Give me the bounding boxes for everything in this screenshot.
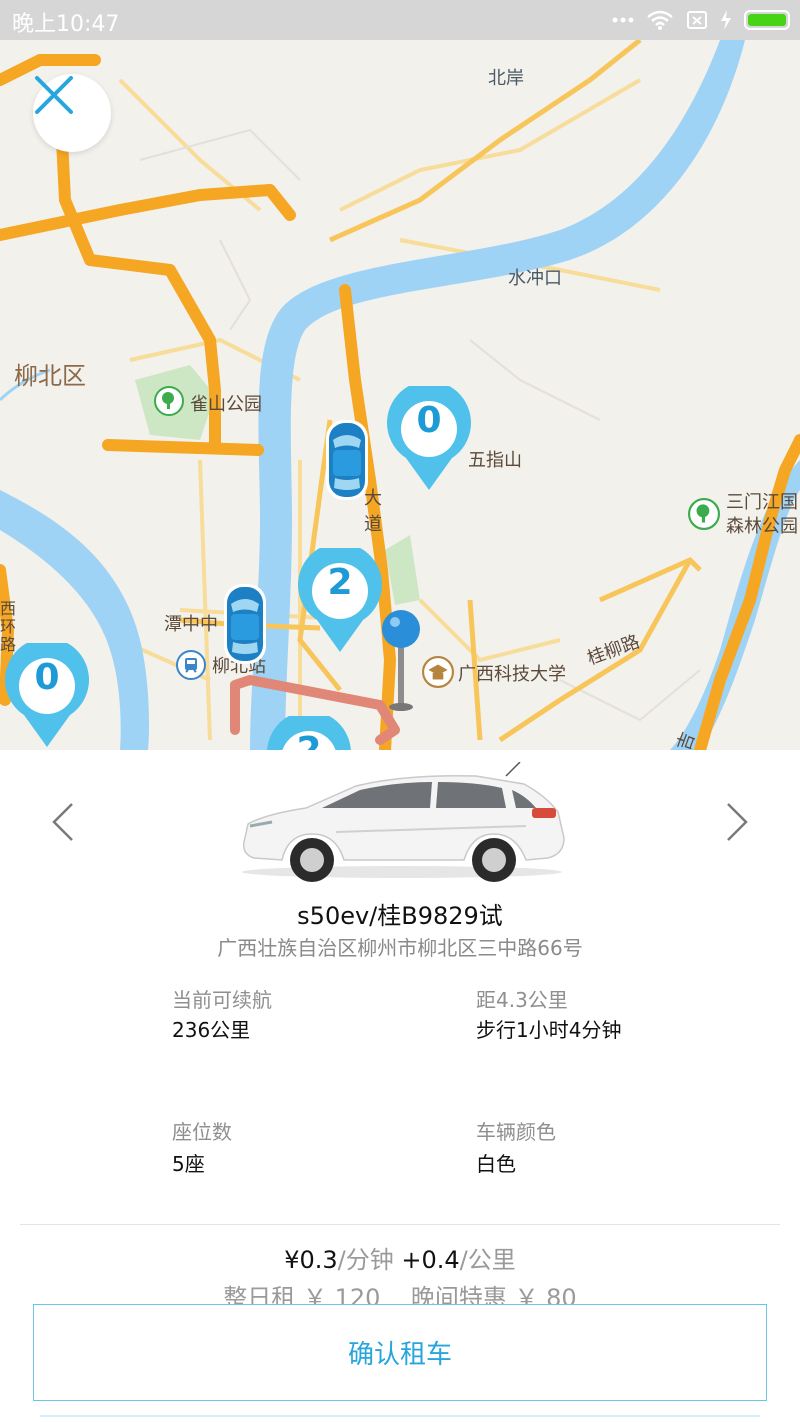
cluster-pin[interactable]: 0 (386, 386, 472, 490)
status-icons (612, 7, 790, 33)
distance-label: 距4.3公里 (476, 988, 568, 1012)
status-bar: 晚上10:47 (0, 0, 800, 40)
color-label: 车辆颜色 (476, 1120, 556, 1144)
confirm-rent-button[interactable]: 确认租车 (33, 1304, 767, 1401)
map-label-sanmen-forest-1: 三门江国 (726, 492, 798, 513)
cluster-count: 0 (34, 657, 60, 698)
price-per-minute-unit: /分钟 (337, 1246, 394, 1274)
price-rate: ¥0.3/分钟 +0.4/公里 (0, 1240, 800, 1275)
map-view[interactable]: 北岸 水冲口 柳北区 雀山公园 五指山 三门江国 森林公园 潭中中 柳北站 广西… (0, 40, 800, 750)
range-label: 当前可续航 (172, 988, 272, 1012)
car-marker[interactable] (220, 582, 270, 666)
map-label-road-part-2: 道 (364, 514, 382, 535)
map-label-tanzhong: 潭中中 (164, 614, 218, 635)
wifi-icon (647, 10, 673, 30)
car-photo (236, 761, 568, 884)
location-pin (380, 608, 422, 712)
cluster-pin[interactable]: 2 (297, 548, 383, 652)
divider (20, 1224, 780, 1225)
close-icon (35, 76, 73, 114)
color-value: 白色 (476, 1152, 516, 1176)
status-time: 晚上10:47 (12, 12, 120, 37)
price-per-minute: ¥0.3 (284, 1246, 338, 1274)
map-label-gxust: 广西科技大学 (458, 664, 566, 685)
close-button[interactable] (33, 74, 111, 152)
car-marker[interactable] (322, 418, 372, 502)
more-dots-icon (612, 17, 634, 23)
cluster-pin[interactable]: 2 (266, 716, 352, 750)
range-value: 236公里 (172, 1018, 251, 1042)
car-marker-icon (224, 584, 266, 664)
map-label-beian: 北岸 (488, 68, 524, 89)
vehicle-address: 广西壮族自治区柳州市柳北区三中路66号 (217, 936, 583, 960)
bottom-divider (40, 1415, 760, 1417)
cluster-count: 2 (266, 730, 352, 750)
vehicle-plate: s50ev/桂B9829试 (297, 902, 503, 930)
price-per-km: +0.4 (401, 1246, 460, 1274)
seats-value: 5座 (172, 1152, 205, 1176)
price-per-km-unit: /公里 (459, 1246, 516, 1274)
next-car-button[interactable] (722, 800, 752, 844)
cluster-count: 2 (327, 562, 353, 603)
map-label-liubei-district: 柳北区 (14, 362, 86, 390)
charging-icon (721, 10, 731, 30)
cluster-count: 0 (416, 400, 442, 441)
map-label-wuzhishan: 五指山 (468, 450, 522, 471)
seats-label: 座位数 (172, 1120, 232, 1144)
map-label-sanmen-forest-2: 森林公园 (726, 516, 798, 537)
distance-value: 步行1小时4分钟 (476, 1018, 622, 1042)
chevron-left-icon (52, 803, 73, 841)
no-sim-icon (687, 11, 707, 29)
previous-car-button[interactable] (48, 800, 78, 844)
battery-icon (744, 10, 790, 30)
location-pin-icon (382, 610, 420, 711)
car-marker-icon (326, 420, 368, 500)
chevron-right-icon (727, 803, 748, 841)
vehicle-detail-sheet: s50ev/桂B9829试 广西壮族自治区柳州市柳北区三中路66号 当前可续航 … (0, 750, 800, 1422)
map-label-queshan-park: 雀山公园 (190, 394, 262, 415)
map-label-shuichongkou: 水冲口 (508, 268, 562, 289)
cluster-pin[interactable]: 0 (4, 643, 90, 747)
